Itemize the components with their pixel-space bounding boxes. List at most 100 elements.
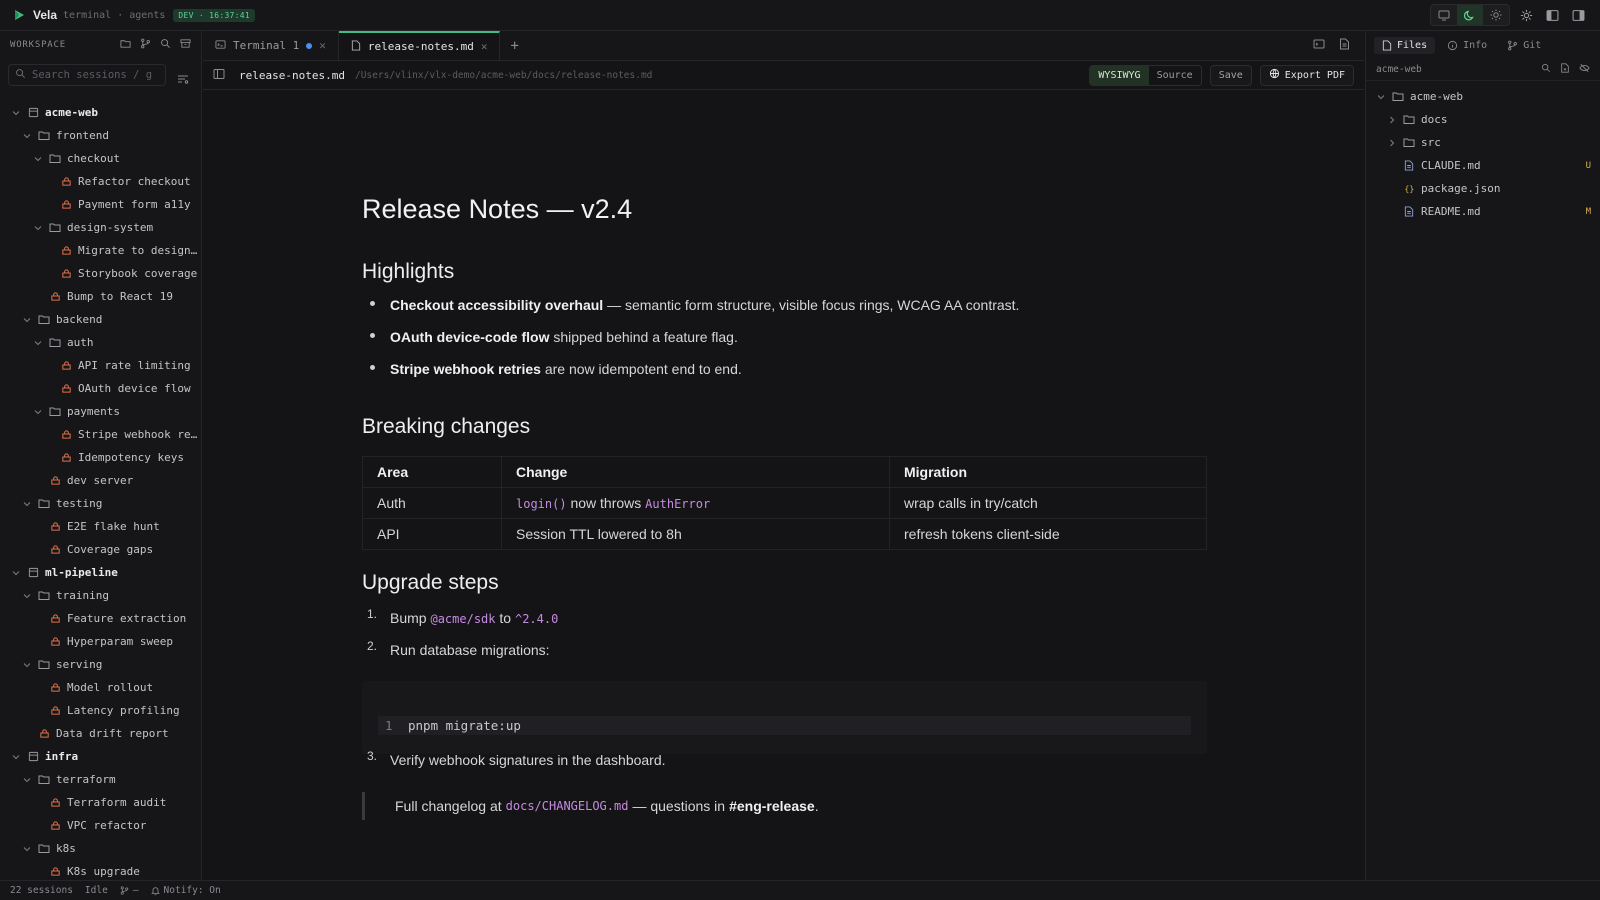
close-tab-icon[interactable]: ✕	[481, 40, 488, 53]
chevron-down-icon[interactable]	[22, 316, 32, 324]
session-item[interactable]: API rate limiting	[0, 354, 200, 377]
chevron-down-icon[interactable]	[22, 661, 32, 669]
chevron-down-icon[interactable]	[22, 845, 32, 853]
save-button[interactable]: Save	[1209, 64, 1252, 86]
chevron-down-icon[interactable]	[11, 109, 21, 117]
branch-status[interactable]: —	[120, 885, 139, 896]
chevron-down-icon[interactable]	[22, 776, 32, 784]
file-tree-file[interactable]: CLAUDE.md U	[1366, 154, 1599, 177]
files-root-label: acme-web	[1376, 64, 1422, 75]
new-file-icon[interactable]	[1560, 63, 1570, 76]
heading-upgrade-steps: Upgrade steps	[362, 571, 499, 594]
monitor-icon[interactable]	[1431, 5, 1457, 25]
notify-status[interactable]: Notify: On	[150, 885, 221, 896]
session-item[interactable]: OAuth device flow	[0, 377, 200, 400]
new-folder-icon[interactable]	[120, 38, 131, 52]
session-item[interactable]: Refactor checkout	[0, 170, 200, 193]
hide-icon[interactable]	[1579, 63, 1590, 76]
filter-icon[interactable]	[177, 73, 189, 88]
session-item[interactable]: VPC refactor	[0, 814, 200, 837]
folder-item[interactable]: serving	[0, 653, 200, 676]
toggle-left-panel-icon[interactable]	[1542, 5, 1562, 25]
chevron-down-icon[interactable]	[33, 339, 43, 347]
chevron-down-icon[interactable]	[22, 500, 32, 508]
chevron-down-icon[interactable]	[11, 569, 21, 577]
session-item[interactable]: Stripe webhook retries	[0, 423, 200, 446]
tab-files[interactable]: Files	[1374, 36, 1436, 54]
session-item[interactable]: Data drift report	[0, 722, 200, 745]
markdown-editor[interactable]: Release Notes — v2.4 Highlights Checkout…	[203, 90, 1364, 880]
folder-item[interactable]: frontend	[0, 124, 200, 147]
new-tab-button[interactable]: +	[500, 31, 528, 60]
folder-item[interactable]: payments	[0, 400, 200, 423]
folder-item[interactable]: checkout	[0, 147, 200, 170]
chevron-down-icon[interactable]	[33, 408, 43, 416]
wysiwyg-mode-button[interactable]: WYSIWYG	[1090, 65, 1149, 85]
source-mode-button[interactable]: Source	[1149, 66, 1201, 85]
tree-item-label: dev server	[67, 474, 134, 487]
session-search-input[interactable]	[32, 69, 152, 81]
session-item[interactable]: E2E flake hunt	[0, 515, 200, 538]
file-tree-file[interactable]: README.md M	[1366, 200, 1599, 223]
folder-item[interactable]: training	[0, 584, 200, 607]
folder-item[interactable]: terraform	[0, 768, 200, 791]
session-item[interactable]: Hyperparam sweep	[0, 630, 200, 653]
close-tab-icon[interactable]: ✕	[319, 39, 326, 52]
document-icon[interactable]	[1339, 38, 1350, 53]
chevron-down-icon[interactable]	[22, 132, 32, 140]
branch-icon[interactable]	[140, 38, 151, 52]
session-item[interactable]: Terraform audit	[0, 791, 200, 814]
tab-git[interactable]: Git	[1499, 37, 1549, 54]
session-item[interactable]: K8s upgrade	[0, 860, 200, 880]
settings-gear-icon[interactable]	[1516, 5, 1536, 25]
folder-item[interactable]: backend	[0, 308, 200, 331]
sun-icon[interactable]	[1483, 5, 1509, 25]
tree-item-label: API rate limiting	[78, 359, 191, 372]
moon-icon[interactable]	[1457, 5, 1483, 25]
chevron-right-icon[interactable]	[1387, 116, 1397, 124]
table-row: API Session TTL lowered to 8h refresh to…	[362, 518, 1207, 550]
repo-item[interactable]: ml-pipeline	[0, 561, 200, 584]
terminal-panel-icon[interactable]	[1313, 38, 1325, 53]
session-item[interactable]: Migrate to design tokens	[0, 239, 200, 262]
toggle-outline-icon[interactable]	[213, 68, 225, 83]
chevron-down-icon[interactable]	[1376, 93, 1386, 101]
table-row: Auth login() now throws AuthError wrap c…	[362, 487, 1207, 519]
tab-terminal-1[interactable]: Terminal 1 ✕	[203, 31, 339, 60]
tab-info[interactable]: Info	[1439, 37, 1495, 54]
session-item[interactable]: Payment form a11y	[0, 193, 200, 216]
search-icon[interactable]	[160, 38, 171, 52]
session-item[interactable]: Coverage gaps	[0, 538, 200, 561]
file-tree-file[interactable]: {} package.json	[1366, 177, 1599, 200]
session-item[interactable]: Storybook coverage	[0, 262, 200, 285]
folder-item[interactable]: testing	[0, 492, 200, 515]
search-icon[interactable]	[1541, 63, 1551, 76]
session-item[interactable]: Feature extraction	[0, 607, 200, 630]
repo-item[interactable]: acme-web	[0, 101, 200, 124]
folder-item[interactable]: design-system	[0, 216, 200, 239]
session-item[interactable]: Latency profiling	[0, 699, 200, 722]
file-tree-folder[interactable]: acme-web	[1366, 85, 1599, 108]
file-tree-folder[interactable]: docs	[1366, 108, 1599, 131]
tab-release-notes[interactable]: release-notes.md ✕	[338, 31, 501, 60]
repo-item[interactable]: infra	[0, 745, 200, 768]
git-status-badge: M	[1585, 206, 1591, 217]
folder-item[interactable]: auth	[0, 331, 200, 354]
chevron-right-icon[interactable]	[1387, 139, 1397, 147]
session-item[interactable]: dev server	[0, 469, 200, 492]
session-item[interactable]: Idempotency keys	[0, 446, 200, 469]
chevron-down-icon[interactable]	[33, 224, 43, 232]
session-item[interactable]: Model rollout	[0, 676, 200, 699]
chevron-down-icon[interactable]	[33, 155, 43, 163]
toggle-right-panel-icon[interactable]	[1568, 5, 1588, 25]
export-pdf-button[interactable]: Export PDF	[1259, 64, 1354, 86]
folder-icon	[38, 130, 50, 141]
archive-icon[interactable]	[180, 38, 191, 52]
chevron-down-icon[interactable]	[22, 592, 32, 600]
tab-label: Terminal 1	[233, 39, 300, 52]
folder-item[interactable]: k8s	[0, 837, 200, 860]
chevron-down-icon[interactable]	[11, 753, 21, 761]
file-tree-folder[interactable]: src	[1366, 131, 1599, 154]
tree-item-label: serving	[56, 658, 103, 671]
session-item[interactable]: Bump to React 19	[0, 285, 200, 308]
